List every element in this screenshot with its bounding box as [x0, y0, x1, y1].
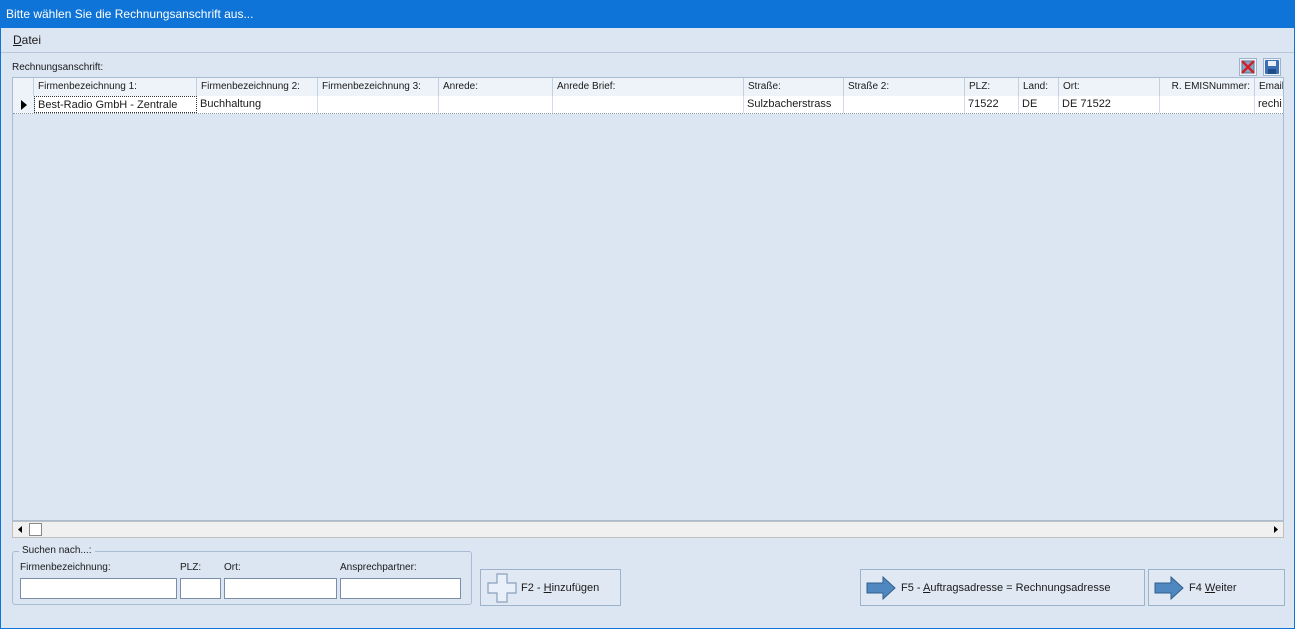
ort-label: Ort:: [224, 562, 241, 573]
cell-strasse2[interactable]: [844, 96, 965, 113]
address-grid: Firmenbezeichnung 1: Firmenbezeichnung 2…: [12, 77, 1284, 521]
column-header[interactable]: PLZ:: [965, 78, 1019, 96]
firma-search-input[interactable]: [20, 578, 177, 599]
next-label-pre: F4: [1189, 581, 1205, 594]
plus-icon: [487, 572, 517, 603]
add-button-label: F2 - Hinzufügen: [521, 582, 599, 594]
column-header[interactable]: Firmenbezeichnung 3:: [318, 78, 439, 96]
menu-bar: Datei: [1, 28, 1294, 53]
search-group: Suchen nach...: Firmenbezeichnung: PLZ: …: [12, 545, 472, 605]
column-header[interactable]: Land:: [1019, 78, 1059, 96]
same-address-button[interactable]: F5 - Auftragsadresse = Rechnungsadresse: [860, 569, 1145, 606]
cell-anrede-brief[interactable]: [553, 96, 744, 113]
firma-label: Firmenbezeichnung:: [20, 562, 111, 573]
current-row-icon: [21, 100, 27, 110]
scroll-right-button[interactable]: [1268, 522, 1283, 537]
same-address-button-label: F5 - Auftragsadresse = Rechnungsadresse: [901, 582, 1110, 594]
plz-label: PLZ:: [180, 562, 202, 573]
ort-search-input[interactable]: [224, 578, 337, 599]
arrow-right-icon: [1154, 575, 1184, 600]
cell-land[interactable]: DE: [1019, 96, 1059, 113]
cell-strasse[interactable]: Sulzbacherstrass: [744, 96, 844, 113]
arrow-right-icon: [866, 575, 896, 600]
column-header[interactable]: Anrede Brief:: [553, 78, 744, 96]
next-label-post: eiter: [1215, 581, 1237, 594]
same-address-label-post: uftragsadresse = Rechnungsadresse: [930, 581, 1111, 594]
table-row[interactable]: Best-Radio GmbH - Zentrale Buchhaltung S…: [13, 96, 1283, 114]
plz-search-input[interactable]: [180, 578, 221, 599]
horizontal-scrollbar[interactable]: [12, 521, 1284, 538]
section-label: Rechnungsanschrift:: [12, 62, 104, 73]
column-header[interactable]: Firmenbezeichnung 1:: [34, 78, 197, 96]
same-address-label-pre: F5 -: [901, 581, 924, 594]
cell-ort[interactable]: DE 71522: [1059, 96, 1160, 113]
column-header[interactable]: Straße:: [744, 78, 844, 96]
search-legend: Suchen nach...:: [19, 545, 95, 556]
cell-plz[interactable]: 71522: [965, 96, 1019, 113]
chevron-right-icon: [1274, 526, 1278, 533]
next-label-accel: W: [1204, 581, 1216, 594]
menu-datei-label: atei: [21, 33, 42, 47]
cell-firma3[interactable]: [318, 96, 439, 113]
chevron-left-icon: [18, 526, 22, 533]
cell-anrede[interactable]: [439, 96, 553, 113]
cell-email[interactable]: rechi: [1255, 96, 1283, 113]
row-selector-header: [13, 78, 34, 96]
column-header[interactable]: Ort:: [1059, 78, 1160, 96]
window-title: Bitte wählen Sie die Rechnungsanschrift …: [6, 7, 254, 21]
column-header[interactable]: Straße 2:: [844, 78, 965, 96]
row-selector[interactable]: [13, 96, 35, 113]
column-header[interactable]: Email: [1255, 78, 1283, 96]
scroll-left-button[interactable]: [13, 522, 28, 537]
next-button-label: F4 Weiter: [1189, 582, 1237, 594]
grid-header: Firmenbezeichnung 1: Firmenbezeichnung 2…: [13, 78, 1283, 97]
column-header[interactable]: R. EMISNummer:: [1160, 78, 1255, 96]
add-label-post: inzufügen: [551, 581, 600, 594]
ansprech-label: Ansprechpartner:: [340, 562, 417, 573]
next-button[interactable]: F4 Weiter: [1148, 569, 1285, 606]
title-bar: Bitte wählen Sie die Rechnungsanschrift …: [1, 1, 1294, 28]
scroll-thumb[interactable]: [29, 523, 42, 536]
delete-icon[interactable]: [1239, 58, 1257, 76]
menu-datei[interactable]: Datei: [13, 33, 41, 47]
column-header[interactable]: Firmenbezeichnung 2:: [197, 78, 318, 96]
add-label-pre: F2 -: [521, 581, 544, 594]
cell-firma2[interactable]: Buchhaltung: [197, 96, 318, 113]
dialog-window: Bitte wählen Sie die Rechnungsanschrift …: [0, 0, 1295, 629]
column-header[interactable]: Anrede:: [439, 78, 553, 96]
ansprech-search-input[interactable]: [340, 578, 461, 599]
cell-firma1[interactable]: Best-Radio GmbH - Zentrale: [34, 96, 197, 113]
menu-datei-accel: D: [13, 33, 22, 47]
cell-emis[interactable]: [1160, 96, 1255, 113]
add-button[interactable]: F2 - Hinzufügen: [480, 569, 621, 606]
add-label-accel: H: [543, 581, 552, 594]
save-icon[interactable]: [1263, 58, 1281, 76]
